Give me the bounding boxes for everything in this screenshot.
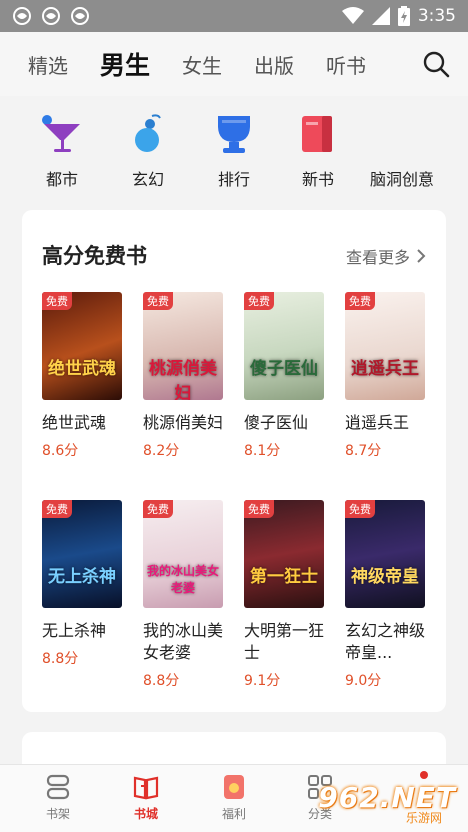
see-more-link[interactable]: 查看更多 bbox=[346, 244, 426, 268]
book-title[interactable]: 桃源俏美妇 bbox=[143, 412, 227, 434]
battery-icon bbox=[397, 6, 410, 26]
free-books-card: 高分免费书 查看更多 免费 绝世武魂 绝世武魂 8.6分 免费 桃源俏美妇 桃源俏美妇 8.2… bbox=[22, 210, 446, 712]
book-item[interactable]: 免费 桃源俏美妇 桃源俏美妇 8.2分 bbox=[143, 292, 227, 460]
book-item[interactable]: 免费 绝世武魂 绝世武魂 8.6分 bbox=[42, 292, 126, 460]
book-score: 8.8分 bbox=[143, 673, 180, 689]
cocktail-icon bbox=[42, 115, 80, 152]
watermark-logo: 962.NET 乐游网 bbox=[318, 781, 456, 825]
notification-icon bbox=[42, 7, 60, 25]
free-badge: 免费 bbox=[143, 500, 173, 518]
free-badge: 免费 bbox=[42, 292, 72, 310]
bookstore-icon bbox=[133, 776, 159, 800]
cover-title: 我的冰山美女老婆 bbox=[146, 564, 219, 595]
book-score: 8.2分 bbox=[143, 443, 180, 459]
status-bar: 3:35 bbox=[0, 0, 468, 32]
tab-featured[interactable]: 精选 bbox=[28, 50, 68, 79]
wifi-icon bbox=[341, 7, 364, 24]
book-cover[interactable]: 免费桃源俏美妇 bbox=[143, 292, 223, 400]
book-score: 8.7分 bbox=[345, 443, 382, 459]
category-row: 都市 玄幻 排行 新书 脑洞创意 bbox=[0, 100, 468, 200]
book-score: 9.1分 bbox=[244, 673, 281, 689]
category-ranking[interactable]: 排行 bbox=[194, 112, 274, 190]
book-title[interactable]: 逍遥兵王 bbox=[345, 412, 429, 434]
tab-welfare[interactable]: 福利 bbox=[204, 773, 264, 822]
free-badge: 免费 bbox=[244, 292, 274, 310]
book-icon bbox=[302, 116, 332, 152]
gift-icon bbox=[224, 775, 244, 799]
cover-title: 傻子医仙 bbox=[250, 359, 318, 379]
book-title[interactable]: 我的冰山美女老婆 bbox=[143, 620, 227, 664]
free-badge: 免费 bbox=[42, 500, 72, 518]
cover-title: 逍遥兵王 bbox=[351, 359, 419, 379]
free-badge: 免费 bbox=[143, 292, 173, 310]
book-cover[interactable]: 免费我的冰山美女老婆 bbox=[143, 500, 223, 608]
cover-title: 桃源俏美妇 bbox=[149, 359, 217, 400]
book-item[interactable]: 免费神级帝皇玄幻之神级帝皇... 9.0分 bbox=[345, 500, 429, 690]
book-cover[interactable]: 免费第一狂士 bbox=[244, 500, 324, 608]
book-item[interactable]: 免费 逍遥兵王 逍遥兵王 8.7分 bbox=[345, 292, 429, 460]
free-badge: 免费 bbox=[345, 500, 375, 518]
bottom-tab-bar: 书架 书城 福利 分类 我的 962.NET 乐游网 bbox=[0, 764, 468, 832]
trophy-icon bbox=[218, 116, 250, 153]
clock: 3:35 bbox=[417, 6, 456, 26]
tab-bookstore[interactable]: 书城 bbox=[116, 773, 176, 822]
notification-dot bbox=[420, 771, 428, 779]
section-title: 高分免费书 bbox=[42, 244, 147, 268]
cover-title: 第一狂士 bbox=[250, 567, 318, 587]
book-cover[interactable]: 免费傻子医仙 bbox=[244, 292, 324, 400]
book-item[interactable]: 免费第一狂士大明第一狂士 9.1分 bbox=[244, 500, 328, 690]
bookshelf-icon bbox=[46, 774, 70, 800]
search-icon[interactable] bbox=[420, 48, 452, 80]
cover-title: 绝世武魂 bbox=[48, 359, 116, 379]
category-new-books[interactable]: 新书 bbox=[278, 112, 358, 190]
book-cover[interactable]: 免费无上杀神 bbox=[42, 500, 122, 608]
book-item[interactable]: 免费 无上杀神 无上杀神 8.8分 bbox=[42, 500, 126, 668]
notification-icon bbox=[71, 7, 89, 25]
tab-audiobook[interactable]: 听书 bbox=[326, 50, 366, 79]
book-title[interactable]: 绝世武魂 bbox=[42, 412, 126, 434]
tab-bookshelf[interactable]: 书架 bbox=[28, 773, 88, 822]
signal-icon bbox=[371, 7, 390, 25]
book-cover[interactable]: 免费逍遥兵王 bbox=[345, 292, 425, 400]
category-brain-idea[interactable]: 脑洞创意 bbox=[362, 112, 442, 190]
book-item[interactable]: 免费 我的冰山美女老婆 我的冰山美女老婆 8.8分 bbox=[143, 500, 227, 690]
book-title[interactable]: 无上杀神 bbox=[42, 620, 126, 642]
category-fantasy[interactable]: 玄幻 bbox=[108, 112, 188, 190]
tab-female[interactable]: 女生 bbox=[182, 50, 222, 79]
book-item[interactable]: 免费 傻子医仙 傻子医仙 8.1分 bbox=[244, 292, 328, 460]
book-title[interactable]: 玄幻之神级帝皇... bbox=[345, 620, 429, 664]
book-score: 8.8分 bbox=[42, 651, 79, 667]
tab-male[interactable]: 男生 bbox=[100, 46, 155, 84]
cover-title: 神级帝皇 bbox=[351, 567, 419, 587]
gourd-icon bbox=[135, 114, 161, 152]
chevron-right-icon bbox=[417, 249, 426, 263]
notification-icons bbox=[12, 6, 90, 26]
book-title[interactable]: 大明第一狂士 bbox=[244, 620, 328, 664]
notification-icon bbox=[13, 7, 31, 25]
nav-fade bbox=[384, 32, 420, 96]
book-cover[interactable]: 免费绝世武魂 bbox=[42, 292, 122, 400]
tab-publish[interactable]: 出版 bbox=[254, 50, 294, 79]
category-urban[interactable]: 都市 bbox=[22, 112, 102, 190]
top-nav: 精选 男生 女生 出版 听书 bbox=[0, 32, 468, 96]
book-cover[interactable]: 免费神级帝皇 bbox=[345, 500, 425, 608]
book-title[interactable]: 傻子医仙 bbox=[244, 412, 328, 434]
cover-title: 无上杀神 bbox=[48, 567, 116, 587]
book-score: 8.6分 bbox=[42, 443, 79, 459]
free-badge: 免费 bbox=[345, 292, 375, 310]
free-badge: 免费 bbox=[244, 500, 274, 518]
book-score: 8.1分 bbox=[244, 443, 281, 459]
book-score: 9.0分 bbox=[345, 673, 382, 689]
